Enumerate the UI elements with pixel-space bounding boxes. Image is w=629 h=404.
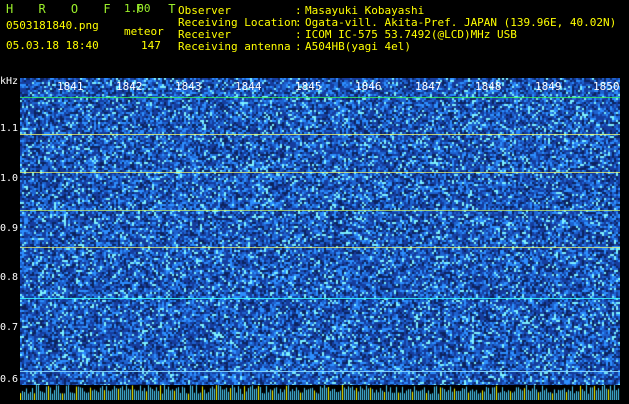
carrier-line: [20, 172, 620, 173]
y-tick-1-0: 1.0: [0, 173, 18, 184]
x-tick-1842: 1842: [116, 80, 143, 93]
x-tick-1843: 1843: [175, 80, 202, 93]
x-tick-1849: 1849: [535, 80, 562, 93]
antenna-label: Receiving antenna: [178, 41, 291, 53]
antenna-colon: :: [295, 41, 302, 53]
carrier-line: [20, 298, 620, 299]
carrier-line: [20, 97, 620, 98]
x-tick-1848: 1848: [475, 80, 502, 93]
x-tick-1846: 1846: [355, 80, 382, 93]
date-time: 05.03.18 18:40: [6, 40, 99, 52]
carrier-line: [20, 371, 620, 372]
y-tick-0-9: 0.9: [0, 223, 18, 234]
carrier-line: [20, 134, 620, 135]
x-tick-1845: 1845: [295, 80, 322, 93]
carrier-line: [20, 247, 620, 248]
antenna-value: A504HB(yagi 4el): [305, 41, 411, 53]
x-tick-1847: 1847: [415, 80, 442, 93]
file-name: 0503181840.png: [6, 20, 99, 32]
y-tick-0-7: 0.7: [0, 322, 18, 333]
signal-strip: [20, 385, 620, 400]
app-version: 1.00: [124, 3, 151, 15]
spectrogram: [20, 78, 620, 385]
x-tick-1850: 1850: [593, 80, 620, 93]
signal-bars: [20, 385, 620, 400]
app-title: H R O F F T: [6, 3, 184, 15]
meteor-count: 147: [141, 40, 161, 52]
carrier-line: [20, 210, 620, 211]
y-tick-0-8: 0.8: [0, 272, 18, 283]
meteor-label: meteor: [124, 26, 164, 38]
y-axis-unit: kHz: [0, 76, 18, 87]
header-panel: H R O F F T 1.00 0503181840.png meteor 0…: [0, 0, 629, 76]
spectrogram-canvas: [20, 78, 620, 385]
x-tick-1841: 1841: [57, 80, 84, 93]
y-tick-1-1: 1.1: [0, 123, 18, 134]
y-tick-0-6: 0.6: [0, 374, 18, 385]
x-tick-1844: 1844: [235, 80, 262, 93]
